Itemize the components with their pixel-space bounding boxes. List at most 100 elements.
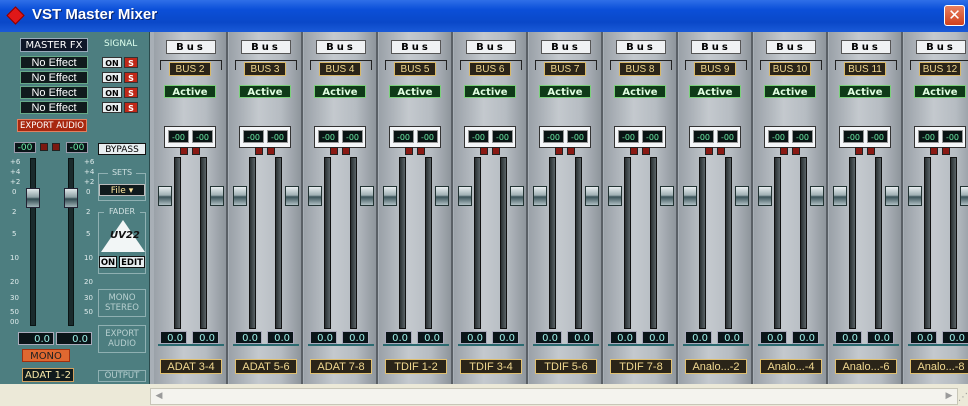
fader-track-left[interactable] — [474, 157, 481, 329]
clip-led[interactable] — [417, 147, 425, 155]
volume-value-left[interactable]: 0.0 — [310, 331, 337, 344]
fader-track-left[interactable] — [549, 157, 556, 329]
active-button[interactable]: Active — [839, 85, 891, 98]
peak-left[interactable]: -00 — [543, 130, 564, 143]
fader-track-right[interactable] — [350, 157, 357, 329]
volume-value-right[interactable]: 0.0 — [267, 331, 294, 344]
output-select[interactable]: TDIF 5-6 — [535, 359, 597, 374]
volume-value-right[interactable]: 0.0 — [717, 331, 744, 344]
clip-led[interactable] — [792, 147, 800, 155]
peak-right[interactable]: -00 — [417, 130, 438, 143]
peak-left[interactable]: -00 — [168, 130, 189, 143]
clip-led[interactable] — [255, 147, 263, 155]
bus-select[interactable]: BUS 7 — [544, 62, 586, 76]
bus-select[interactable]: BUS 9 — [694, 62, 736, 76]
bus-select[interactable]: BUS 4 — [319, 62, 361, 76]
output-select[interactable]: ADAT 3-4 — [160, 359, 222, 374]
fader-track-right[interactable] — [275, 157, 282, 329]
peak-left[interactable]: -00 — [318, 130, 339, 143]
master-fader-knob-left[interactable] — [26, 188, 40, 208]
peak-left[interactable]: -00 — [618, 130, 639, 143]
fader-track-right[interactable] — [425, 157, 432, 329]
export-audio-button[interactable]: EXPORT AUDIO — [100, 329, 144, 349]
clip-led[interactable] — [192, 147, 200, 155]
dither-edit-button[interactable]: EDIT — [119, 256, 145, 268]
fader-track-left[interactable] — [624, 157, 631, 329]
fader-knob-right[interactable] — [585, 186, 599, 206]
volume-value-left[interactable]: 0.0 — [910, 331, 937, 344]
clip-led[interactable] — [942, 147, 950, 155]
peak-right[interactable]: -00 — [867, 130, 888, 143]
active-button[interactable]: Active — [689, 85, 741, 98]
clip-led[interactable] — [405, 147, 413, 155]
resize-grip-icon[interactable]: ⋰ — [958, 392, 968, 404]
fader-knob-right[interactable] — [735, 186, 749, 206]
volume-value-left[interactable]: 0.0 — [610, 331, 637, 344]
volume-value-right[interactable]: 0.0 — [942, 331, 968, 344]
peak-left[interactable]: -00 — [768, 130, 789, 143]
clip-led[interactable] — [780, 147, 788, 155]
clip-led[interactable] — [342, 147, 350, 155]
fader-knob-right[interactable] — [885, 186, 899, 206]
volume-value-left[interactable]: 0.0 — [535, 331, 562, 344]
fader-track-left[interactable] — [174, 157, 181, 329]
volume-value-left[interactable]: 0.0 — [460, 331, 487, 344]
clip-led[interactable] — [567, 147, 575, 155]
bus-select[interactable]: BUS 5 — [394, 62, 436, 76]
fader-knob-left[interactable] — [158, 186, 172, 206]
horizontal-scrollbar[interactable]: ◀ ▶ — [150, 388, 958, 405]
fader-knob-right[interactable] — [510, 186, 524, 206]
peak-right[interactable]: -00 — [192, 130, 213, 143]
master-output-select[interactable]: ADAT 1-2 — [22, 368, 74, 382]
mono-button[interactable]: MONO — [22, 349, 70, 362]
volume-value-right[interactable]: 0.0 — [642, 331, 669, 344]
clip-led[interactable] — [330, 147, 338, 155]
fader-track-right[interactable] — [725, 157, 732, 329]
bus-select[interactable]: BUS 6 — [469, 62, 511, 76]
master-value-right[interactable]: 0.0 — [56, 332, 92, 345]
fader-knob-left[interactable] — [683, 186, 697, 206]
clip-led[interactable] — [642, 147, 650, 155]
volume-value-right[interactable]: 0.0 — [342, 331, 369, 344]
peak-left[interactable]: -00 — [843, 130, 864, 143]
fader-track-left[interactable] — [249, 157, 256, 329]
volume-value-right[interactable]: 0.0 — [867, 331, 894, 344]
clip-led[interactable] — [555, 147, 563, 155]
fader-knob-left[interactable] — [833, 186, 847, 206]
fx-solo-button[interactable]: S — [124, 102, 138, 113]
fader-knob-right[interactable] — [660, 186, 674, 206]
fader-track-left[interactable] — [324, 157, 331, 329]
fader-knob-right[interactable] — [360, 186, 374, 206]
active-button[interactable]: Active — [389, 85, 441, 98]
fader-knob-left[interactable] — [233, 186, 247, 206]
clip-led[interactable] — [480, 147, 488, 155]
clip-led[interactable] — [52, 143, 60, 151]
clip-led[interactable] — [855, 147, 863, 155]
volume-value-left[interactable]: 0.0 — [685, 331, 712, 344]
bus-select[interactable]: BUS 11 — [844, 62, 886, 76]
output-select[interactable]: TDIF 1-2 — [385, 359, 447, 374]
master-fx-slot[interactable]: No Effect — [20, 71, 88, 84]
close-button[interactable]: ✕ — [944, 5, 965, 26]
fader-knob-right[interactable] — [960, 186, 968, 206]
bus-select[interactable]: BUS 12 — [919, 62, 961, 76]
peak-right[interactable]: -00 — [492, 130, 513, 143]
peak-left[interactable]: -00 — [468, 130, 489, 143]
clip-led[interactable] — [180, 147, 188, 155]
master-fader-track-left[interactable] — [30, 158, 36, 326]
bus-select[interactable]: BUS 2 — [169, 62, 211, 76]
active-button[interactable]: Active — [764, 85, 816, 98]
fader-knob-right[interactable] — [210, 186, 224, 206]
file-select[interactable]: File ▾ — [99, 184, 145, 196]
active-button[interactable]: Active — [539, 85, 591, 98]
clip-led[interactable] — [630, 147, 638, 155]
fader-track-left[interactable] — [699, 157, 706, 329]
peak-right[interactable]: -00 — [267, 130, 288, 143]
master-value-left[interactable]: 0.0 — [18, 332, 54, 345]
title-bar[interactable]: VST Master Mixer ✕ — [0, 0, 968, 32]
fader-track-right[interactable] — [500, 157, 507, 329]
bus-select[interactable]: BUS 8 — [619, 62, 661, 76]
peak-right[interactable]: -00 — [342, 130, 363, 143]
fx-on-button[interactable]: ON — [102, 102, 122, 113]
fader-knob-left[interactable] — [908, 186, 922, 206]
